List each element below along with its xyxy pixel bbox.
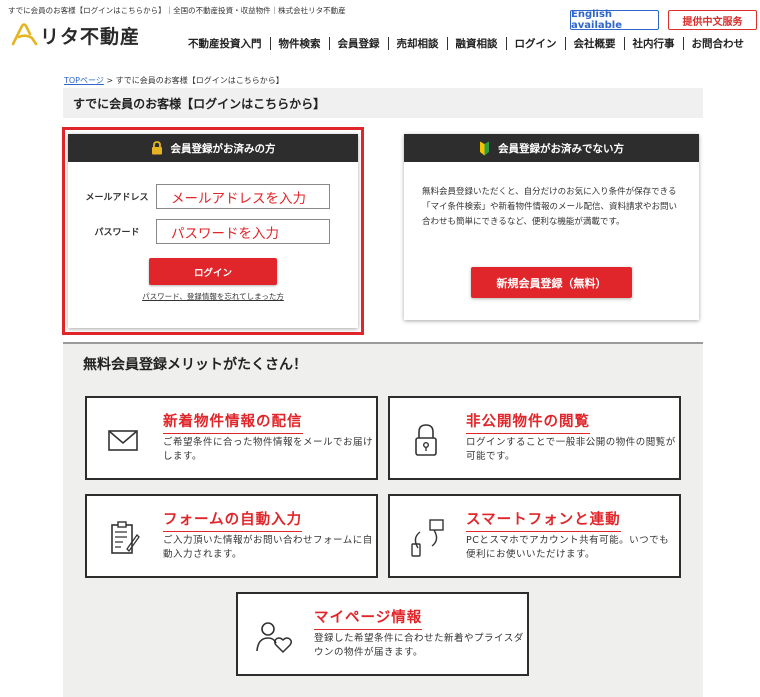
breadcrumb-current: すでに会員のお客様【ログインはこちらから】 [115, 76, 284, 85]
merit-title: 新着物件情報の配信 [163, 410, 303, 434]
merit-description: PCとスマホでアカウント共有可能。いつでも便利にお使いいただけます。 [466, 535, 670, 560]
nav-item-sale-consult[interactable]: 売却相談 [389, 36, 447, 51]
nav-item-property-search[interactable]: 物件検索 [271, 36, 329, 51]
lock-icon [151, 141, 162, 155]
logo-text: リタ不動産 [40, 25, 141, 48]
nav-item-member-registration[interactable]: 会員登録 [330, 36, 388, 51]
merit-title: マイページ情報 [314, 606, 423, 630]
merit-description: ご入力頂いた情報がお問い合わせフォームに自動入力されます。 [163, 535, 373, 560]
beginner-mark-icon [480, 141, 489, 155]
chinese-service-button[interactable]: 提供中文服务 [668, 10, 757, 30]
logo-mark-icon [11, 23, 38, 46]
english-available-button[interactable]: English available [570, 9, 659, 31]
merit-description: 登録した希望条件に合わせた新着やプライスダウンの物件が届きます。 [314, 633, 524, 658]
merit-card-mypage: マイページ情報 登録した希望条件に合わせた新着やプライスダウンの物件が届きます。 [236, 592, 529, 676]
nav-item-events[interactable]: 社内行事 [625, 36, 683, 51]
new-registration-button[interactable]: 新規会員登録（無料） [471, 267, 632, 298]
mail-icon [108, 430, 138, 451]
merit-card-form-autofill: フォームの自動入力 ご入力頂いた情報がお問い合わせフォームに自動入力されます。 [85, 494, 378, 578]
nav-item-loan-consult[interactable]: 融資相談 [448, 36, 506, 51]
merit-title: スマートフォンと連動 [466, 508, 621, 532]
merit-card-private-listings: 非公開物件の閲覧 ログインすることで一般非公開の物件の閲覧が可能です。 [388, 396, 681, 480]
breadcrumb: TOPページ > すでに会員のお客様【ログインはこちらから】 [64, 75, 284, 86]
login-panel-header: 会員登録がお済みの方 [68, 134, 358, 162]
register-panel: 会員登録がお済みでない方 無料会員登録いただくと、自分だけのお気に入り条件が保存… [404, 134, 699, 320]
forgot-password-link[interactable]: パスワード、登録情報を忘れてしまった方 [68, 291, 358, 302]
nav-item-login[interactable]: ログイン [507, 36, 565, 51]
merit-description: ご希望条件に合った物件情報をメールでお届けします。 [163, 437, 374, 462]
breadcrumb-separator: > [103, 76, 116, 85]
header-topline: すでに会員のお客様【ログインはこちらから】｜全国の不動産投資・収益物件｜株式会社… [8, 6, 346, 15]
smartphone-icon [411, 519, 444, 557]
login-button[interactable]: ログイン [149, 258, 277, 285]
email-label: メールアドレス [85, 193, 149, 203]
site-logo[interactable]: リタ不動産 [10, 22, 140, 48]
lock-icon [415, 424, 437, 456]
merit-title: 非公開物件の閲覧 [466, 410, 590, 434]
nav-item-contact[interactable]: お問合わせ [684, 36, 753, 51]
merit-description: ログインすることで一般非公開の物件の閲覧が可能です。 [466, 437, 676, 462]
breadcrumb-top-link[interactable]: TOPページ [64, 76, 104, 85]
nav-item-company[interactable]: 会社概要 [566, 36, 624, 51]
page-title: すでに会員のお客様【ログインはこちらから】 [63, 88, 703, 118]
global-nav: 不動産投資入門 物件検索 会員登録 売却相談 融資相談 ログイン 会社概要 社内… [180, 36, 752, 51]
nav-item-investment-intro[interactable]: 不動産投資入門 [180, 36, 270, 51]
register-panel-title: 会員登録がお済みでない方 [498, 142, 624, 155]
register-description: 無料会員登録いただくと、自分だけのお気に入り条件が保存できる「マイ条件検索」や新… [422, 187, 678, 227]
person-heart-icon [256, 622, 293, 654]
password-label: パスワード [94, 228, 140, 238]
merit-card-smartphone-sync: スマートフォンと連動 PCとスマホでアカウント共有可能。いつでも便利にお使いいた… [388, 494, 681, 578]
merit-card-new-listings: 新着物件情報の配信 ご希望条件に合った物件情報をメールでお届けします。 [85, 396, 378, 480]
email-field[interactable]: メールアドレスを入力 [156, 184, 330, 209]
password-row: パスワード パスワードを入力 [78, 219, 330, 244]
email-row: メールアドレス メールアドレスを入力 [78, 184, 330, 209]
register-panel-header: 会員登録がお済みでない方 [404, 134, 699, 162]
password-field[interactable]: パスワードを入力 [156, 219, 330, 244]
login-panel: 会員登録がお済みの方 メールアドレス メールアドレスを入力 パスワード パスワー… [68, 134, 358, 328]
merits-section: 無料会員登録メリットがたくさん！ 新着物件情報の配信 ご希望条件に合った物件情報… [63, 342, 703, 697]
merit-title: フォームの自動入力 [163, 508, 303, 532]
form-icon [111, 521, 140, 554]
login-panel-title: 会員登録がお済みの方 [170, 142, 276, 155]
merits-title: 無料会員登録メリットがたくさん！ [83, 357, 307, 373]
